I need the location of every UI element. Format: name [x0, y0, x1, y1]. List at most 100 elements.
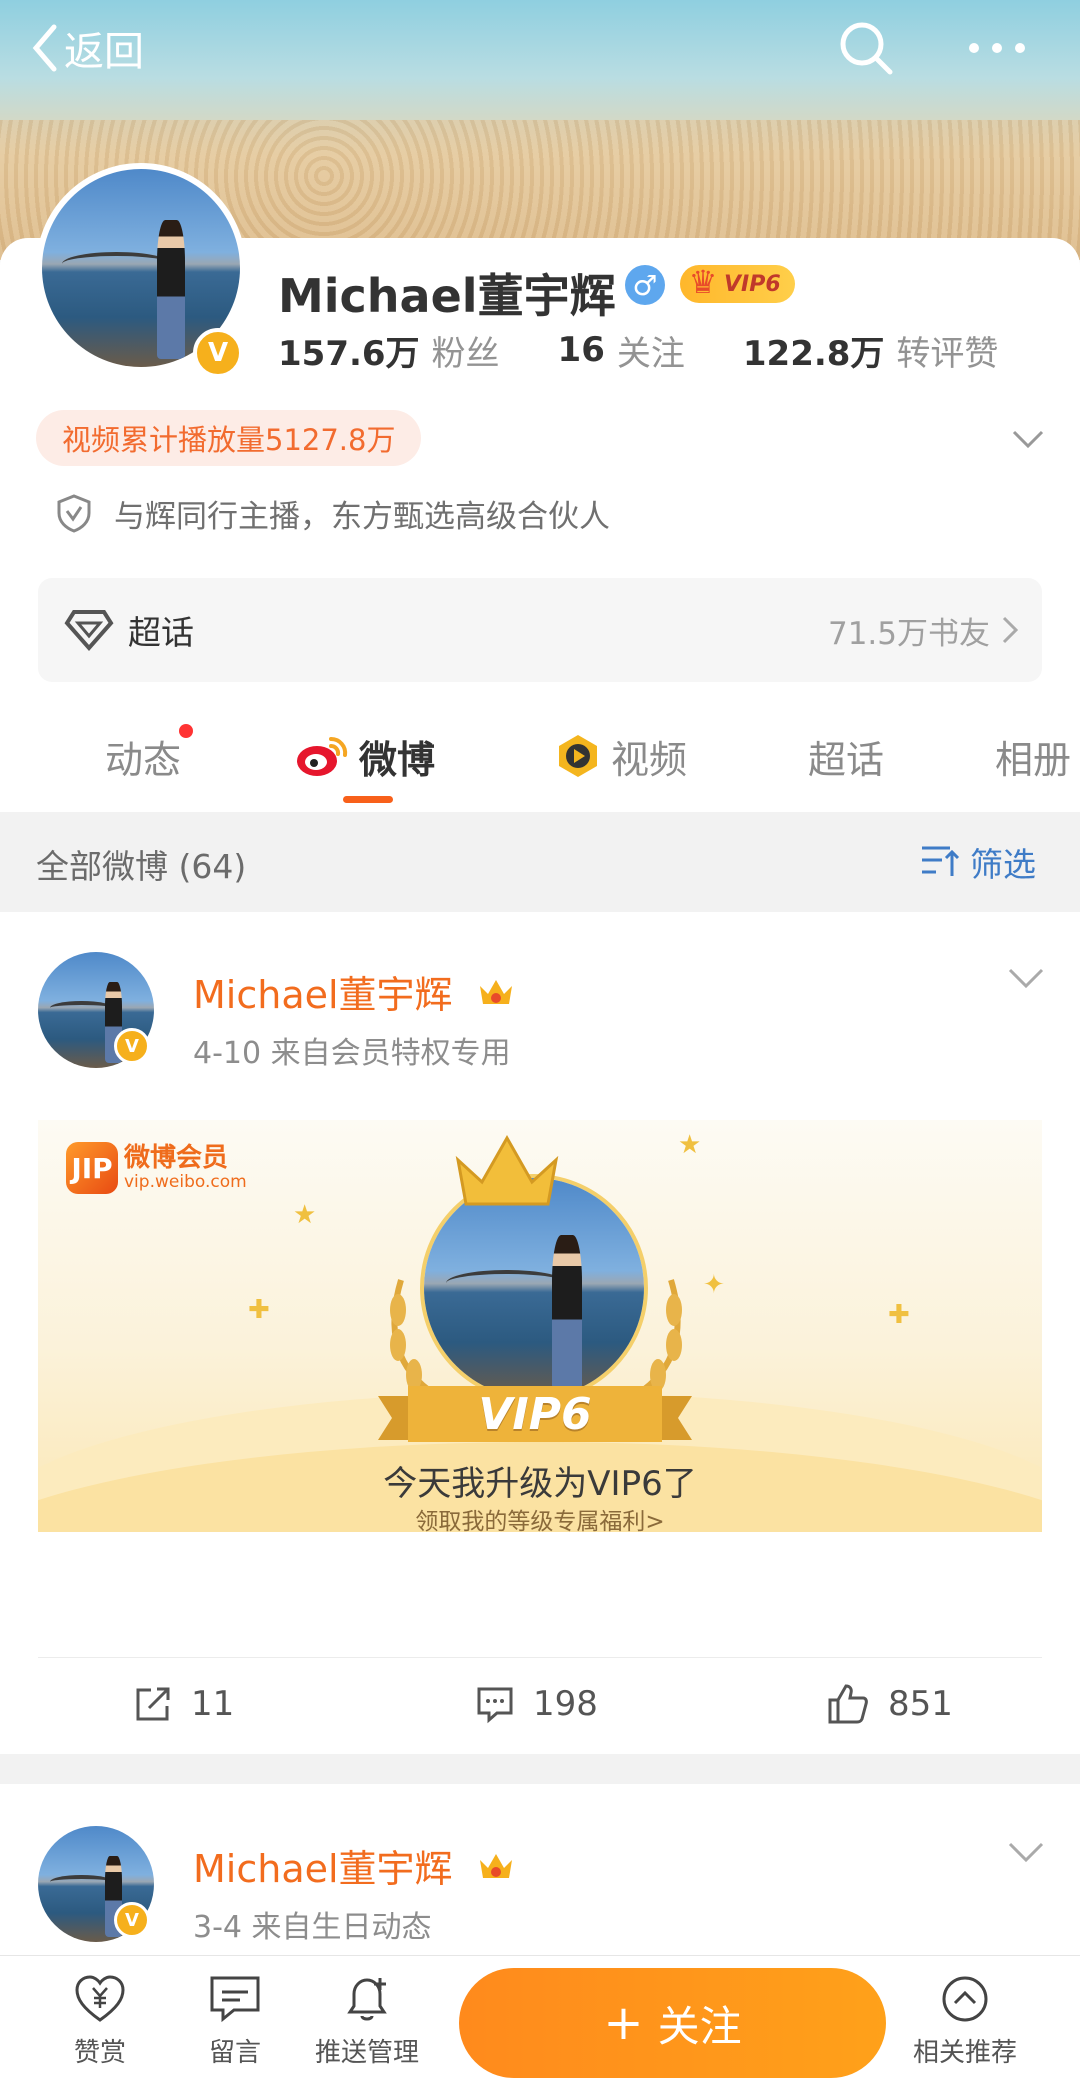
- post-avatar[interactable]: V: [38, 1826, 154, 1942]
- supertopic-count: 71.5万书友: [827, 616, 990, 652]
- laurel-right-icon: [634, 1279, 682, 1398]
- tab-feed[interactable]: 动态: [105, 724, 194, 786]
- vip-label: VIP6: [724, 271, 781, 297]
- tab-album[interactable]: 相册: [995, 726, 1071, 786]
- tab-video[interactable]: 视频: [555, 726, 687, 786]
- follow-button[interactable]: + 关注: [459, 1968, 886, 2078]
- reward-icon: [75, 1975, 125, 2022]
- vip-logo-mark: JIP: [66, 1142, 118, 1194]
- post-author[interactable]: Michael董宇辉: [193, 964, 453, 1019]
- reward-button[interactable]: 赞赏: [40, 1966, 160, 2076]
- tab-label: 视频: [611, 737, 688, 782]
- diamond-icon: [64, 610, 114, 652]
- follow-label: 关注: [657, 2001, 742, 2051]
- chevron-up-circle-icon: [942, 1976, 988, 2022]
- star-icon: ✦: [703, 1270, 725, 1300]
- back-label: 返回: [64, 29, 144, 75]
- post-meta: 3-4 来自生日动态: [193, 1910, 432, 1945]
- more-icon: [969, 43, 1025, 53]
- stat-value: 16: [557, 330, 605, 370]
- filter-button[interactable]: 筛选: [920, 838, 1036, 886]
- vip-badge[interactable]: ♛ VIP6: [680, 263, 795, 303]
- active-tab-indicator: [343, 796, 393, 803]
- vip-logo-title: 微博会员: [124, 1143, 229, 1174]
- tab-label: 动态: [105, 737, 182, 782]
- comment-button[interactable]: 198: [475, 1674, 598, 1734]
- stat-followers[interactable]: 157.6万 粉丝: [278, 326, 500, 375]
- crown-icon: ♛: [688, 263, 718, 301]
- weibo-vip-logo: JIP 微博会员 vip.weibo.com: [66, 1142, 247, 1194]
- vip-logo-url: vip.weibo.com: [124, 1171, 247, 1192]
- search-button[interactable]: [836, 18, 896, 78]
- profile-tabs: 动态 微博 视频 超话 相册: [0, 700, 1080, 812]
- chevron-left-icon: [32, 24, 57, 72]
- bell-plus-icon: [347, 1978, 387, 2021]
- supertopic-card[interactable]: 超话 71.5万书友: [38, 578, 1042, 682]
- stat-value: 122.8万: [742, 333, 885, 374]
- star-icon: ✚: [248, 1295, 270, 1325]
- divider: [38, 1657, 1042, 1658]
- vip-benefit-link[interactable]: 领取我的等级专属福利>: [38, 1502, 1042, 1532]
- vip-ribbon-text: VIP6: [478, 1389, 592, 1440]
- filter-icon: [922, 846, 960, 876]
- vip-headline: 今天我升级为VIP6了: [383, 1464, 697, 1504]
- star-icon: ★: [678, 1130, 702, 1160]
- message-label: 留言: [208, 2038, 261, 2068]
- post-card: V Michael董宇辉 4-10 来自会员特权专用 ★ ★ ✦ ✚ ✚ JIP…: [0, 912, 1080, 1754]
- stat-label: 粉丝: [431, 333, 500, 374]
- laurel-left-icon: [390, 1279, 438, 1398]
- stat-label: 转评赞: [896, 333, 999, 374]
- stats-row: 157.6万 粉丝 16 关注 122.8万 转评赞: [278, 325, 998, 375]
- push-settings-button[interactable]: 推送管理: [307, 1966, 427, 2076]
- filter-label: 筛选: [970, 845, 1036, 884]
- profile-name: Michael董宇辉: [278, 269, 616, 323]
- search-icon: [840, 22, 893, 75]
- message-button[interactable]: 留言: [175, 1966, 295, 2076]
- play-count-badge[interactable]: 视频累计播放量5127.8万: [36, 410, 422, 466]
- related-recommend-button[interactable]: 相关推荐: [905, 1966, 1025, 2076]
- weibo-logo-icon: [297, 736, 348, 776]
- plus-icon: +: [603, 1995, 644, 2051]
- verified-badge: V: [114, 1028, 150, 1064]
- tab-supertopic[interactable]: 超话: [808, 726, 884, 786]
- profile-page: 返回 视频累计播放量5127.8万 与辉同行主播，东方甄选高级合伙人 超话 71…: [0, 0, 1080, 2086]
- stat-interactions[interactable]: 122.8万 转评赞: [743, 326, 999, 375]
- message-icon: [210, 1976, 260, 2023]
- shield-check-icon: [57, 494, 91, 533]
- like-button[interactable]: 851: [826, 1674, 953, 1734]
- vip-crown-icon: [480, 1854, 512, 1878]
- tab-label: 相册: [995, 737, 1072, 782]
- tab-label: 超话: [808, 737, 885, 782]
- post-avatar[interactable]: V: [38, 952, 154, 1068]
- video-play-icon: [559, 735, 597, 777]
- repost-icon: [136, 1687, 170, 1721]
- chevron-down-icon[interactable]: [1006, 1838, 1046, 1868]
- comment-icon: [477, 1687, 513, 1724]
- top-bar: 返回: [0, 0, 1080, 100]
- verification-row: 与辉同行主播，东方甄选高级合伙人: [56, 488, 610, 538]
- star-icon: ✚: [888, 1300, 910, 1330]
- tab-label: 微博: [359, 737, 436, 782]
- vip-upgrade-card[interactable]: ★ ★ ✦ ✚ ✚ JIP 微博会员 vip.weibo.com VIP6 今天…: [38, 1120, 1042, 1532]
- notification-dot: [179, 724, 194, 738]
- stat-label: 关注: [616, 333, 685, 374]
- crown-icon: [455, 1134, 559, 1206]
- verification-text: 与辉同行主播，东方甄选高级合伙人: [114, 498, 610, 535]
- tab-weibo[interactable]: 微博: [295, 726, 435, 786]
- bottom-action-bar: 赞赏 留言 推送管理 + 关注 相关推荐: [0, 1955, 1080, 2086]
- more-button[interactable]: [962, 18, 1032, 78]
- chevron-down-icon[interactable]: [1010, 420, 1046, 456]
- back-button[interactable]: 返回: [30, 18, 144, 78]
- chevron-down-icon[interactable]: [1006, 964, 1046, 994]
- related-recommend-label: 相关推荐: [912, 2038, 1017, 2068]
- comment-count: 198: [533, 1684, 598, 1724]
- stat-value: 157.6万: [278, 333, 420, 374]
- repost-button[interactable]: 11: [133, 1674, 234, 1734]
- post-author[interactable]: Michael董宇辉: [193, 1838, 453, 1893]
- post-meta: 4-10 来自会员特权专用: [193, 1036, 511, 1071]
- stat-following[interactable]: 16 关注: [558, 326, 685, 375]
- verified-badge: V: [193, 328, 243, 378]
- vip-crown-icon: [480, 980, 512, 1004]
- star-icon: ★: [293, 1200, 317, 1230]
- post-count-label: 全部微博 (64): [36, 847, 247, 886]
